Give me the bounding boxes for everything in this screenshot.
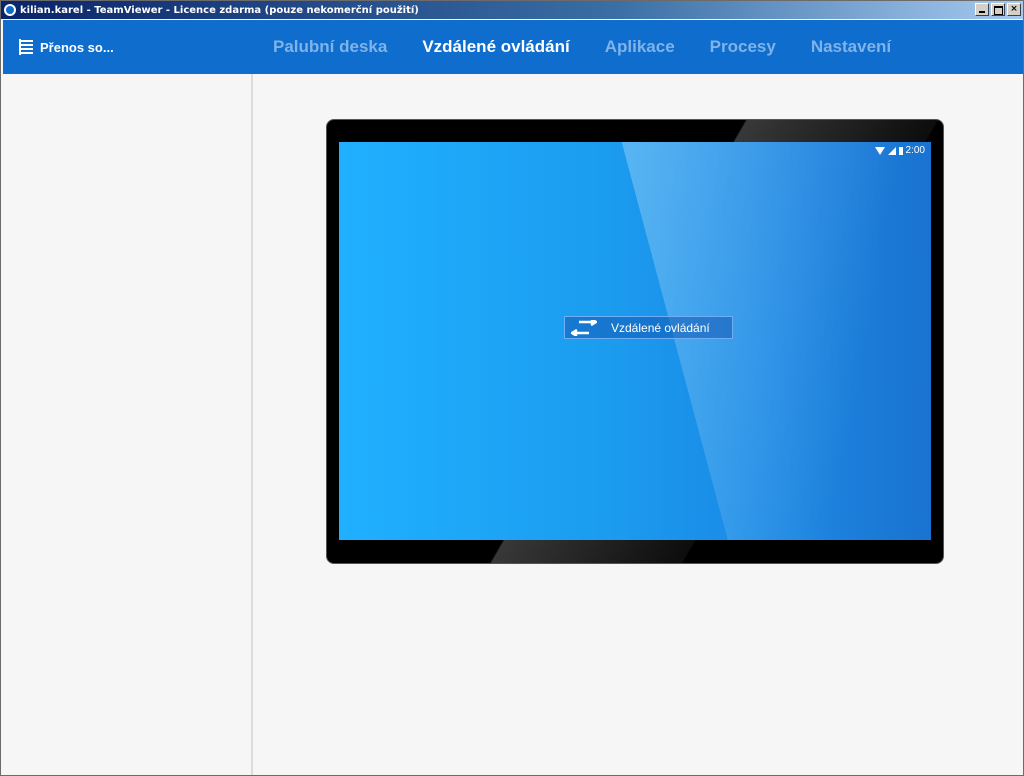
tab-dashboard[interactable]: Palubní deska	[273, 37, 387, 57]
close-button[interactable]: ×	[1007, 3, 1021, 16]
swap-arrows-icon	[571, 319, 597, 336]
device-time: 2:00	[905, 145, 925, 156]
maximize-button[interactable]	[991, 3, 1005, 16]
remote-control-label: Vzdálené ovládání	[611, 320, 710, 335]
battery-icon	[898, 146, 903, 155]
top-navigation: Přenos so... Palubní deska Vzdálené ovlá…	[3, 20, 1023, 74]
window-controls: ×	[975, 3, 1021, 16]
tab-remote-control[interactable]: Vzdálené ovládání	[422, 37, 569, 57]
tab-bar: Palubní deska Vzdálené ovládání Aplikace…	[273, 20, 926, 74]
device-status-bar: 2:00	[874, 145, 925, 156]
device-screen[interactable]: 2:00	[339, 142, 931, 540]
start-remote-control-button[interactable]: Vzdálené ovládání	[564, 316, 733, 339]
file-transfer-label: Přenos so...	[40, 39, 114, 55]
file-list-icon	[19, 39, 33, 55]
minimize-button[interactable]	[975, 3, 989, 16]
signal-icon	[887, 146, 896, 155]
tab-processes[interactable]: Procesy	[710, 37, 776, 57]
window-title: kilian.karel - TeamViewer - Licence zdar…	[20, 4, 419, 16]
teamviewer-icon	[4, 4, 16, 16]
tab-settings[interactable]: Nastavení	[811, 37, 891, 57]
file-transfer-button[interactable]: Přenos so...	[19, 20, 114, 74]
title-bar[interactable]: kilian.karel - TeamViewer - Licence zdar…	[1, 1, 1023, 19]
teamviewer-window: kilian.karel - TeamViewer - Licence zdar…	[0, 0, 1024, 776]
screen-gloss	[619, 142, 931, 540]
sidebar	[3, 74, 253, 775]
tab-apps[interactable]: Aplikace	[605, 37, 675, 57]
wifi-icon	[874, 146, 885, 155]
